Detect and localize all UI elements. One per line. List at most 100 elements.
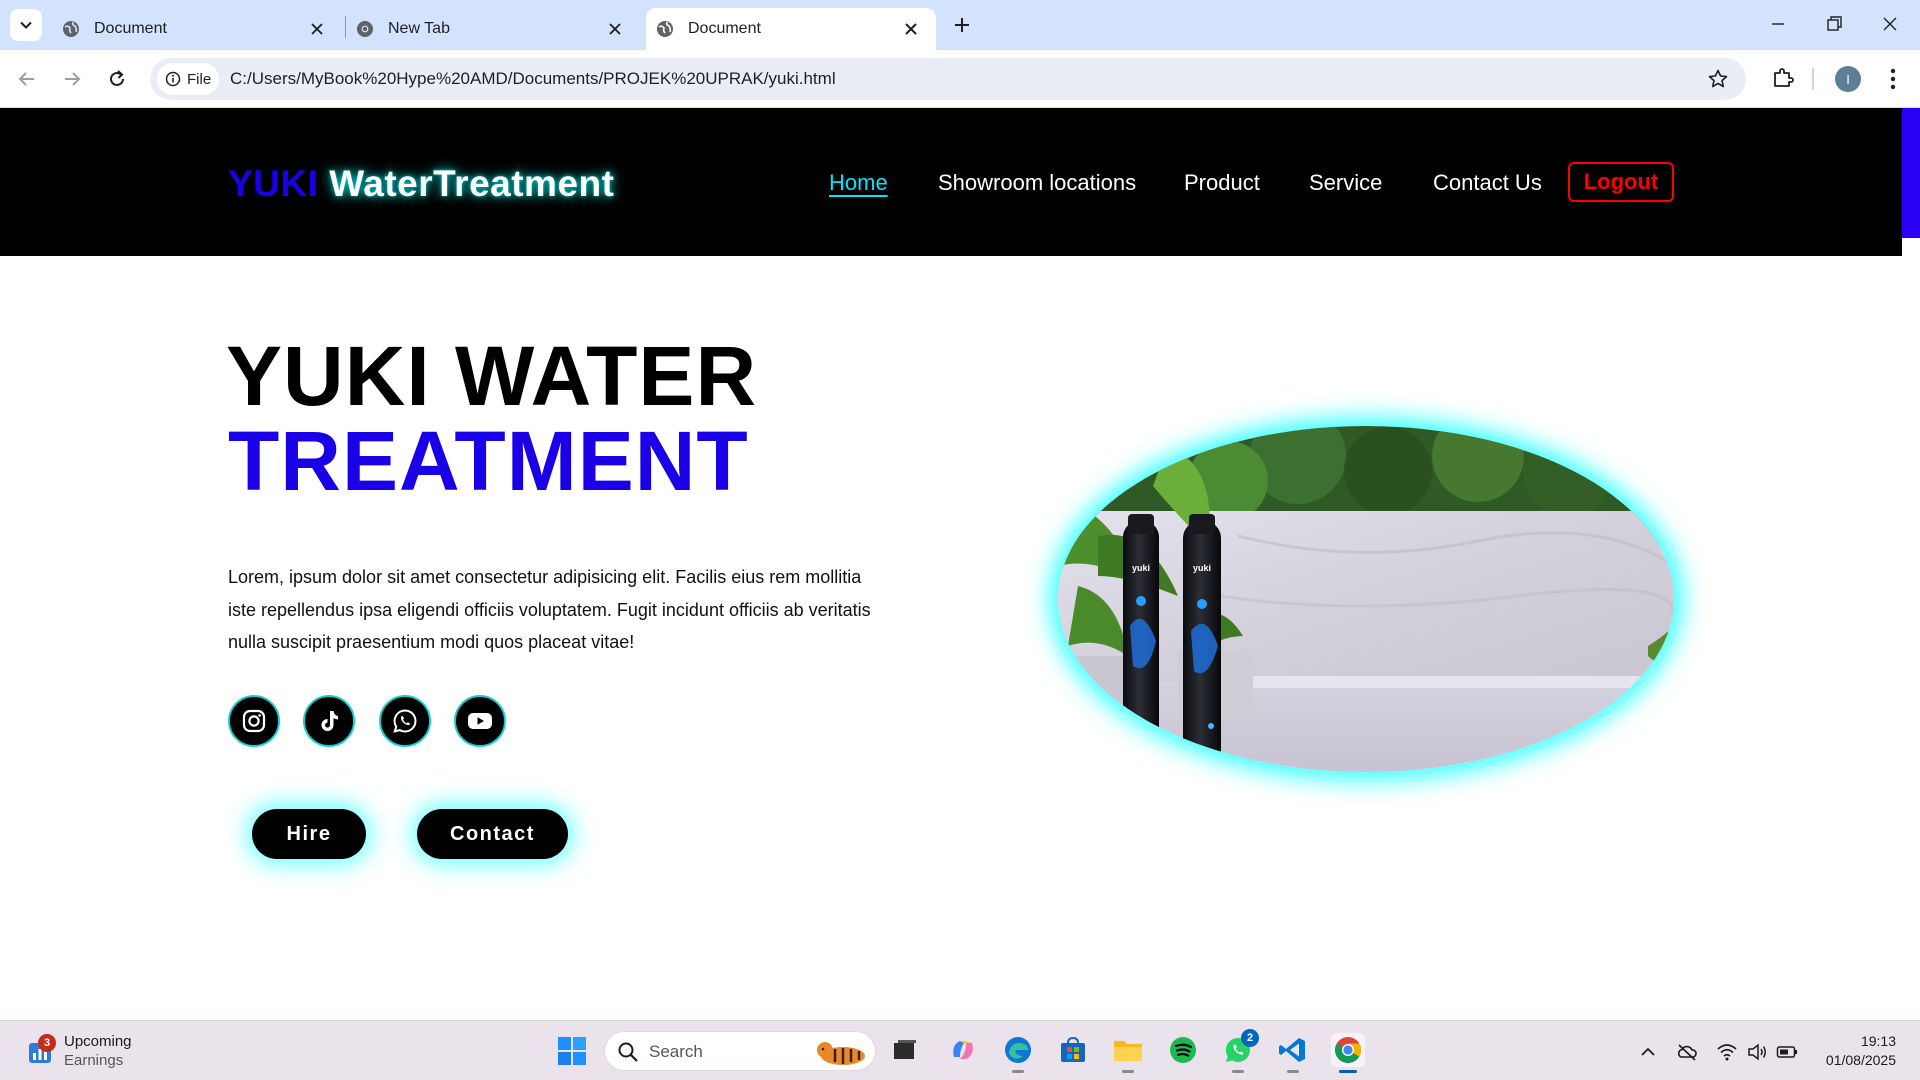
nav-home[interactable]: Home [829, 170, 888, 196]
active-indicator [1339, 1070, 1357, 1073]
browser-tab-3-active[interactable]: Document [646, 8, 936, 50]
show-hidden-icons-chevron-icon[interactable] [1637, 1041, 1659, 1063]
url-text[interactable]: C:/Users/MyBook%20Hype%20AMD/Documents/P… [230, 69, 836, 89]
close-icon[interactable] [308, 20, 326, 38]
search-placeholder: Search [649, 1042, 703, 1061]
browser-tab-2[interactable]: New Tab [350, 8, 640, 50]
scrollbar-thumb[interactable] [1902, 108, 1920, 238]
site-logo[interactable]: YUKI WaterTreatment [228, 163, 614, 205]
window-close-icon[interactable] [1878, 12, 1902, 36]
folder-icon [1114, 1041, 1142, 1061]
battery-icon[interactable] [1776, 1041, 1798, 1063]
restore-icon[interactable] [1822, 12, 1846, 36]
site-info-chip[interactable]: File [157, 63, 219, 95]
browser-tab-1[interactable]: Document [52, 8, 342, 50]
windows-start-icon[interactable] [556, 1035, 588, 1067]
tab-title: New Tab [388, 20, 450, 37]
more-vertical-icon[interactable] [1882, 66, 1904, 92]
instagram-icon [242, 709, 266, 733]
nav-service[interactable]: Service [1309, 170, 1382, 196]
logo-watertreatment: WaterTreatment [329, 163, 615, 204]
nav-product[interactable]: Product [1184, 170, 1260, 196]
new-tab-plus-icon[interactable] [950, 13, 974, 37]
widget-subtitle: Earnings [64, 1052, 124, 1069]
clock-time: 19:13 [1860, 1033, 1896, 1049]
volume-icon[interactable] [1746, 1041, 1768, 1063]
site-header: YUKI WaterTreatment Home Showroom locati… [0, 108, 1902, 256]
task-view-button[interactable] [888, 1033, 922, 1067]
file-explorer-button[interactable] [1111, 1033, 1145, 1073]
running-indicator [1012, 1070, 1024, 1073]
vscode-icon [1279, 1038, 1305, 1062]
tank-label: yuki [1193, 563, 1211, 573]
page-viewport: YUKI WaterTreatment Home Showroom locati… [0, 108, 1920, 1020]
contact-button[interactable]: Contact [417, 809, 568, 859]
vscode-button[interactable] [1276, 1033, 1310, 1073]
back-arrow-icon[interactable] [15, 67, 39, 91]
copilot-button[interactable] [946, 1033, 980, 1067]
onedrive-offline-icon[interactable] [1676, 1041, 1698, 1063]
nav-showroom-locations[interactable]: Showroom locations [938, 170, 1136, 196]
whatsapp-icon [393, 709, 417, 733]
chrome-icon [357, 21, 373, 37]
search-icon [618, 1042, 638, 1062]
youtube-link[interactable] [454, 695, 506, 747]
tiger-illustration-icon [817, 1042, 865, 1065]
logout-button[interactable]: Logout [1568, 162, 1674, 202]
spotify-icon [1170, 1037, 1196, 1063]
widget-title: Upcoming [64, 1033, 132, 1050]
tank-label: yuki [1132, 563, 1150, 573]
running-indicator [1122, 1070, 1134, 1073]
browser-tab-strip: Document New Tab Document [0, 0, 1920, 50]
chrome-app-icon [1335, 1037, 1362, 1063]
youtube-icon [468, 713, 492, 729]
taskbar-search-box[interactable]: Search [604, 1031, 876, 1071]
task-view-icon [894, 1040, 916, 1059]
chevron-down-icon [20, 21, 32, 29]
tab-separator [345, 16, 346, 38]
hire-button[interactable]: Hire [252, 809, 366, 859]
hero-paragraph: Lorem, ipsum dolor sit amet consectetur … [228, 567, 871, 652]
product-photo-illustration: yuki yuki [1058, 426, 1674, 772]
minimize-icon[interactable] [1766, 12, 1790, 36]
microsoft-store-button[interactable] [1056, 1033, 1090, 1067]
extensions-puzzle-icon[interactable] [1770, 65, 1796, 91]
browser-toolbar: File C:/Users/MyBook%20Hype%20AMD/Docume… [0, 50, 1920, 108]
address-bar[interactable]: File C:/Users/MyBook%20Hype%20AMD/Docume… [150, 58, 1746, 100]
tab-title: Document [94, 20, 167, 37]
whatsapp-link[interactable] [379, 695, 431, 747]
running-indicator [1232, 1070, 1244, 1073]
windows-taskbar: 3 Upcoming Earnings Search 2 19:13 01/08… [0, 1020, 1920, 1080]
info-icon [165, 71, 181, 87]
tab-title: Document [688, 20, 761, 37]
widgets-button[interactable]: 3 Upcoming Earnings [26, 1031, 176, 1073]
tiktok-link[interactable] [303, 695, 355, 747]
whatsapp-app-button[interactable]: 2 [1221, 1029, 1259, 1073]
bookmark-star-icon[interactable] [1706, 67, 1730, 91]
profile-avatar[interactable]: I [1835, 66, 1861, 92]
globe-icon [63, 21, 79, 37]
system-clock[interactable]: 19:13 01/08/2025 [1812, 1032, 1896, 1070]
hero-title-line2: TREATMENT [228, 414, 749, 508]
logo-yuki: YUKI [228, 163, 319, 204]
clock-date: 01/08/2025 [1825, 1052, 1896, 1068]
product-image: yuki yuki [1058, 426, 1674, 772]
forward-arrow-icon[interactable] [60, 67, 84, 91]
chrome-button[interactable] [1331, 1033, 1365, 1073]
instagram-link[interactable] [228, 695, 280, 747]
site-chip-label: File [187, 70, 212, 88]
toolbar-separator [1812, 68, 1814, 90]
hero-title-line1: YUKI WATER [226, 329, 758, 423]
tiktok-icon [321, 711, 338, 731]
nav-contact-us[interactable]: Contact Us [1433, 170, 1542, 196]
edge-button[interactable] [1001, 1033, 1035, 1073]
globe-icon [657, 21, 673, 37]
copilot-icon [953, 1041, 973, 1059]
widget-badge: 3 [38, 1034, 56, 1052]
spotify-button[interactable] [1166, 1033, 1200, 1067]
close-icon[interactable] [902, 20, 920, 38]
wifi-icon[interactable] [1716, 1041, 1738, 1063]
close-icon[interactable] [606, 20, 624, 38]
tab-search-button[interactable] [10, 9, 42, 41]
reload-icon[interactable] [105, 67, 129, 91]
